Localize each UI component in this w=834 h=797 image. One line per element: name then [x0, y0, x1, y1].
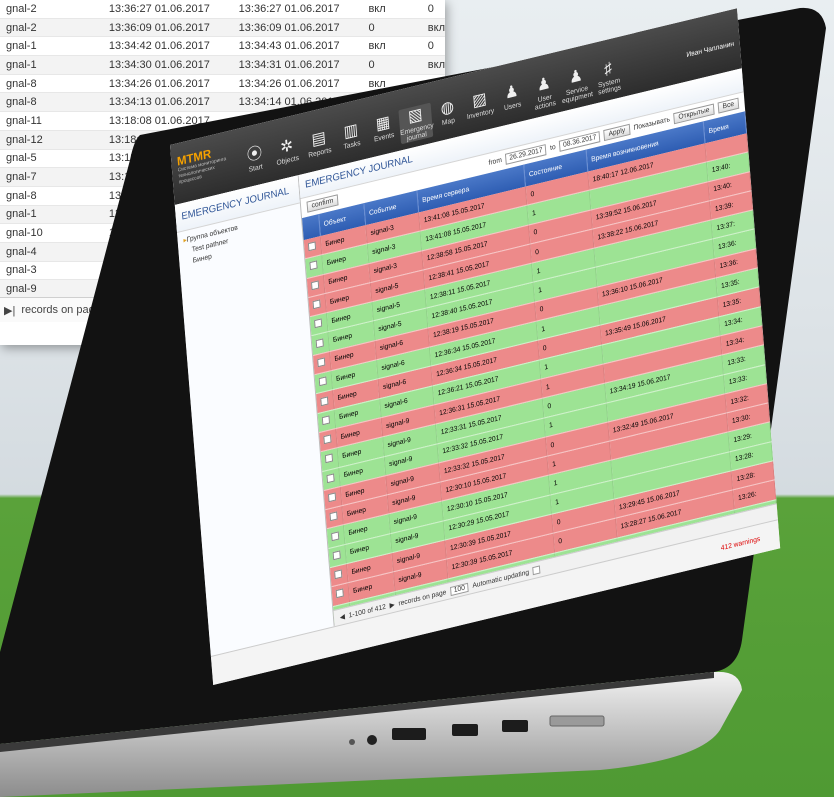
- last-page-icon[interactable]: ▶|: [4, 304, 15, 317]
- background-table-row: gnal-2 13:36:09 01.06.2017 13:36:09 01.06.…: [0, 18, 445, 38]
- row-checkbox[interactable]: [310, 280, 320, 290]
- apply-button[interactable]: Apply: [603, 123, 631, 142]
- background-table-cell: 13:18:08 01.06.2017: [102, 111, 233, 131]
- toolbar-button-map[interactable]: ◍ Map: [431, 95, 466, 137]
- background-table-cell: 13:36:27 01.06.2017: [102, 0, 233, 19]
- row-checkbox[interactable]: [331, 530, 340, 541]
- thunderbolt-port-icon: [452, 724, 478, 736]
- background-table-cell: 13:34:30 01.06.2017: [102, 55, 233, 75]
- auto-update-checkbox[interactable]: [532, 565, 541, 576]
- toolbar-button-users[interactable]: ♟ Users: [495, 79, 530, 121]
- background-table-cell: gnal-8: [0, 186, 103, 206]
- background-table-cell: вкл: [362, 36, 422, 57]
- background-table-cell: вкл: [362, 0, 422, 19]
- background-table-cell: gnal-2: [0, 18, 103, 38]
- toolbar-button-user-actions[interactable]: ♟ User actions: [527, 72, 562, 114]
- background-table-cell: 13:34:26 01.06.2017: [102, 74, 233, 94]
- row-checkbox[interactable]: [326, 473, 335, 483]
- toolbar-button-start[interactable]: ⦿ Start: [238, 141, 273, 183]
- laptop-base: [0, 671, 742, 797]
- toolbar-button-reports[interactable]: ▤ Reports: [302, 126, 337, 168]
- background-table-cell: 13:34:31 01.06.2017: [232, 55, 363, 75]
- background-table-row: gnal-1 13:34:42 01.06.2017 13:34:43 01.06.…: [0, 36, 445, 57]
- background-table-cell: gnal-11: [0, 111, 103, 131]
- toolbar-label: Map: [441, 117, 456, 128]
- warnings-count[interactable]: 412 warnings: [721, 535, 761, 551]
- toolbar-button-service-equipment[interactable]: ♟ Service equipment: [559, 64, 594, 106]
- row-checkbox[interactable]: [324, 453, 334, 464]
- background-table-cell: gnal-1: [0, 55, 103, 75]
- toolbar-button-emergency-journal[interactable]: ▧ Emergency journal: [398, 102, 434, 145]
- background-table-row: gnal-8 13:34:26 01.06.2017 13:34:26 01.06.…: [0, 74, 445, 94]
- background-table-cell: gnal-4: [0, 242, 103, 262]
- toolbar-label: User actions: [534, 93, 557, 112]
- row-checkbox[interactable]: [320, 395, 329, 406]
- row-checkbox[interactable]: [332, 550, 341, 561]
- background-table-cell: 13:34:26 01.06.2017: [232, 74, 363, 94]
- row-checkbox[interactable]: [318, 376, 327, 387]
- background-table-cell: 13:36:27 01.06.2017: [232, 0, 363, 19]
- prev-page-icon[interactable]: ◀: [339, 613, 346, 622]
- row-checkbox[interactable]: [327, 492, 337, 503]
- background-table-cell: gnal-9: [0, 279, 103, 299]
- to-label: to: [549, 143, 556, 153]
- toolbar-button-inventory[interactable]: ▨ Inventory: [463, 87, 498, 129]
- from-label: from: [488, 156, 503, 167]
- records-on-page-select[interactable]: 100: [106, 303, 134, 317]
- background-table-cell: gnal-5: [0, 149, 103, 169]
- background-table-cell: 13:34:13 01.06.2017: [102, 92, 233, 113]
- background-table-cell: gnal-7: [0, 167, 103, 187]
- thunderbolt-port-2-icon: [502, 720, 528, 732]
- background-table-cell: вкл: [421, 18, 445, 38]
- background-table-cell: 13:34:43 01.06.2017: [232, 36, 363, 57]
- background-table-row: gnal-1 13:34:30 01.06.2017 13:34:31 01.06.…: [0, 55, 445, 75]
- background-table-cell: 0: [421, 36, 445, 57]
- show-all-toggle[interactable]: Все: [717, 97, 740, 114]
- laptop-hinge: [0, 672, 714, 752]
- row-checkbox[interactable]: [334, 569, 343, 580]
- row-checkbox[interactable]: [323, 434, 332, 445]
- background-table-cell: gnal-1: [0, 36, 103, 57]
- toolbar-button-system-settings[interactable]: ♯ System settings: [591, 56, 626, 98]
- background-table-cell: вкл: [421, 55, 445, 75]
- row-checkbox[interactable]: [314, 318, 323, 329]
- background-table-cell: 0: [362, 55, 422, 75]
- background-table-cell: gnal-12: [0, 130, 103, 150]
- toolbar-button-tasks[interactable]: ▥ Tasks: [334, 118, 369, 160]
- power-port-icon: [367, 735, 377, 745]
- background-table-cell: 13:36:09 01.06.2017: [102, 18, 233, 38]
- background-table-cell: gnal-8: [0, 74, 103, 94]
- row-checkbox[interactable]: [329, 511, 338, 522]
- background-table-cell: gnal-10: [0, 223, 103, 243]
- row-checkbox[interactable]: [315, 338, 324, 348]
- background-table-cell: 0: [421, 0, 445, 19]
- row-checkbox[interactable]: [321, 415, 330, 426]
- app-logo[interactable]: MTMR Система мониторинга технологических…: [177, 142, 235, 193]
- background-table-cell: gnal-2: [0, 0, 103, 19]
- row-checkbox[interactable]: [307, 241, 317, 252]
- background-table-cell: gnal-3: [0, 261, 103, 281]
- user-name[interactable]: Иван Чапланин: [686, 41, 734, 59]
- row-checkbox[interactable]: [309, 260, 318, 271]
- background-table-cell: gnal-1: [0, 205, 103, 225]
- row-checkbox[interactable]: [312, 299, 321, 310]
- next-page-icon[interactable]: ▶: [389, 601, 395, 610]
- toolbar-button-objects[interactable]: ✲ Objects: [270, 134, 305, 176]
- toolbar-button-events[interactable]: ▦ Events: [366, 110, 401, 152]
- background-table-cell: 13:34:42 01.06.2017: [102, 36, 233, 57]
- sd-card-slot-icon: [549, 715, 605, 727]
- records-on-page-label: records on page: [21, 304, 101, 316]
- audio-port-icon: [349, 739, 355, 745]
- background-table-row: gnal-2 13:36:27 01.06.2017 13:36:27 01.06.…: [0, 0, 445, 19]
- background-table-cell: 13:36:09 01.06.2017: [232, 18, 363, 38]
- row-checkbox[interactable]: [317, 357, 326, 368]
- background-table-cell: gnal-8: [0, 92, 103, 113]
- row-checkbox[interactable]: [335, 588, 344, 599]
- background-table-cell: 0: [362, 18, 422, 38]
- usb-port-icon: [392, 728, 426, 740]
